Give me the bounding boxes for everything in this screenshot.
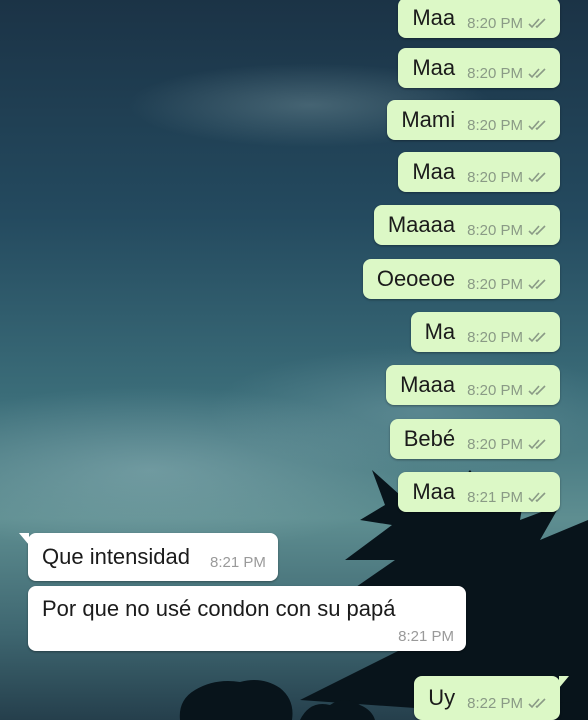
double-tick-icon bbox=[528, 68, 546, 79]
chat-area[interactable]: Maa 8:20 PM Maa 8:20 PM Mami 8:20 PM Maa… bbox=[0, 0, 588, 720]
message-text: Que intensidad bbox=[42, 544, 190, 569]
double-tick-icon bbox=[528, 698, 546, 709]
message-text: Maa bbox=[412, 159, 456, 184]
message-bubble-incoming[interactable]: Por que no usé condon con su papá 8:21 P… bbox=[28, 586, 466, 651]
message-bubble-outgoing[interactable]: Uy 8:22 PM bbox=[414, 676, 569, 720]
message-bubble-outgoing[interactable]: Maa 8:20 PM bbox=[398, 48, 560, 88]
message-time: 8:20 PM bbox=[467, 435, 523, 453]
message-text: Maaa bbox=[400, 372, 456, 397]
message-bubble-outgoing[interactable]: Oeoeoe 8:20 PM bbox=[362, 259, 560, 299]
message-text: Por que no usé condon con su papá bbox=[42, 596, 396, 621]
message-text: Maaaa bbox=[387, 212, 456, 237]
message-time: 8:22 PM bbox=[467, 694, 523, 712]
double-tick-icon bbox=[528, 385, 546, 396]
double-tick-icon bbox=[528, 18, 546, 29]
double-tick-icon bbox=[528, 172, 546, 183]
message-time: 8:21 PM bbox=[467, 488, 523, 506]
message-bubble-outgoing[interactable]: Ma 8:20 PM bbox=[410, 312, 560, 352]
message-time: 8:20 PM bbox=[467, 221, 523, 239]
message-time: 8:21 PM bbox=[398, 628, 454, 645]
message-bubble-outgoing[interactable]: Maa 8:20 PM bbox=[398, 0, 560, 38]
message-bubble-incoming[interactable]: Que intensidad 8:21 PM bbox=[19, 533, 278, 581]
message-text: Maa bbox=[412, 479, 456, 504]
message-time: 8:20 PM bbox=[467, 328, 523, 346]
message-time: 8:20 PM bbox=[467, 275, 523, 293]
message-time: 8:20 PM bbox=[467, 14, 523, 32]
message-bubble-outgoing[interactable]: Mami 8:20 PM bbox=[387, 100, 560, 140]
message-time: 8:20 PM bbox=[467, 64, 523, 82]
double-tick-icon bbox=[528, 225, 546, 236]
message-bubble-outgoing[interactable]: Bebé 8:20 PM bbox=[389, 419, 560, 459]
double-tick-icon bbox=[528, 279, 546, 290]
message-text: Maa bbox=[412, 5, 456, 30]
message-bubble-outgoing[interactable]: Maaaa 8:20 PM bbox=[373, 205, 560, 245]
message-bubble-outgoing[interactable]: Maa 8:20 PM bbox=[398, 152, 560, 192]
message-text: Oeoeoe bbox=[376, 266, 456, 291]
message-time: 8:20 PM bbox=[467, 168, 523, 186]
double-tick-icon bbox=[528, 120, 546, 131]
message-bubble-outgoing[interactable]: Maaa 8:20 PM bbox=[386, 365, 560, 405]
message-text: Ma bbox=[424, 319, 456, 344]
message-text: Uy bbox=[428, 685, 456, 710]
double-tick-icon bbox=[528, 439, 546, 450]
message-time: 8:21 PM bbox=[210, 553, 266, 571]
message-bubble-outgoing[interactable]: Maa 8:21 PM bbox=[398, 472, 560, 512]
message-time: 8:20 PM bbox=[467, 116, 523, 134]
message-text: Maa bbox=[412, 55, 456, 80]
message-time: 8:20 PM bbox=[467, 381, 523, 399]
message-text: Bebé bbox=[403, 426, 456, 451]
message-text: Mami bbox=[401, 107, 456, 132]
double-tick-icon bbox=[528, 492, 546, 503]
double-tick-icon bbox=[528, 332, 546, 343]
